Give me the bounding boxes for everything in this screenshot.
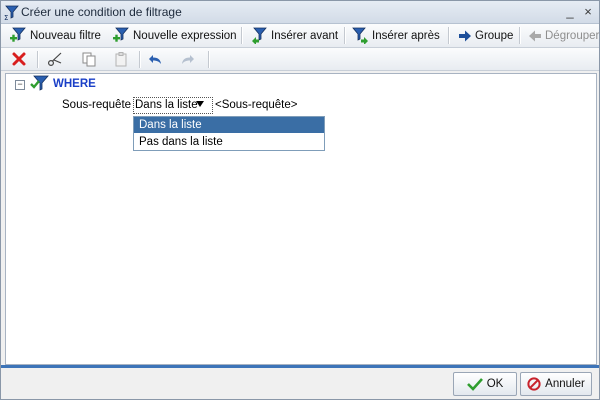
main-toolbar: Nouveau filtre Nouvelle expression Insér…: [1, 24, 599, 48]
toolbar-separator: [241, 27, 243, 44]
ungroup-label: Dégrouper: [545, 29, 600, 42]
ungroup-arrow-icon: [529, 30, 541, 41]
cut-button[interactable]: [47, 51, 65, 67]
undo-button[interactable]: [148, 51, 166, 67]
group-label: Groupe: [475, 29, 514, 42]
dropdown-option-not-in-list[interactable]: Pas dans la liste: [134, 134, 324, 150]
ok-button[interactable]: OK: [453, 372, 517, 396]
minimize-button[interactable]: _: [563, 5, 577, 19]
close-button[interactable]: ×: [581, 5, 595, 19]
cancel-label: Annuler: [545, 378, 585, 390]
collapse-toggle[interactable]: −: [15, 80, 25, 90]
subquery-placeholder[interactable]: <Sous-requête>: [215, 99, 297, 111]
toolbar-separator: [208, 51, 210, 68]
checkmark-icon: [466, 378, 483, 391]
delete-button[interactable]: [11, 51, 29, 67]
redo-icon: [182, 55, 194, 64]
new-expression-button[interactable]: Nouvelle expression: [112, 27, 237, 44]
dropdown-option-in-list[interactable]: Dans la liste: [134, 117, 324, 133]
toolbar-separator: [519, 27, 521, 44]
insert-before-label: Insérer avant: [271, 29, 339, 42]
operator-dropdown-list: Dans la liste Pas dans la liste: [133, 116, 325, 151]
paste-button[interactable]: [113, 51, 131, 67]
edit-toolbar: [1, 48, 599, 71]
toolbar-separator: [37, 51, 39, 68]
cancel-icon: [527, 377, 541, 391]
ok-label: OK: [486, 378, 504, 390]
ungroup-button[interactable]: Dégrouper: [528, 27, 599, 44]
copy-icon: [82, 52, 96, 67]
dialog-window: Σ Créer une condition de filtrage _ × No…: [0, 0, 600, 400]
copy-button[interactable]: [81, 51, 99, 67]
group-arrow-icon: [459, 30, 471, 41]
redo-button[interactable]: [179, 51, 197, 67]
chevron-down-icon[interactable]: [196, 101, 204, 107]
operator-selected: Dans la liste: [135, 99, 198, 111]
filter-tree-panel: − WHERE Sous-requête Dans la liste <Sous…: [5, 73, 597, 365]
toolbar-separator: [344, 27, 346, 44]
window-title: Créer une condition de filtrage: [21, 5, 182, 19]
new-filter-icon: [10, 27, 26, 42]
insert-before-button[interactable]: Insérer avant: [250, 27, 338, 44]
new-filter-button[interactable]: Nouveau filtre: [9, 27, 101, 44]
subquery-label: Sous-requête: [62, 99, 132, 111]
insert-after-label: Insérer après: [372, 29, 440, 42]
new-expression-icon: [113, 27, 129, 42]
filter-sigma-icon: Σ: [4, 4, 20, 22]
toolbar-separator: [448, 27, 450, 44]
new-filter-label: Nouveau filtre: [30, 29, 101, 42]
group-button[interactable]: Groupe: [458, 27, 513, 44]
insert-before-icon: [252, 27, 267, 44]
insert-after-button[interactable]: Insérer après: [351, 27, 440, 44]
where-filter-icon: [30, 75, 50, 95]
delete-icon: [12, 52, 26, 66]
cancel-button[interactable]: Annuler: [520, 372, 592, 396]
insert-after-icon: [352, 27, 368, 44]
svg-text:Σ: Σ: [4, 14, 8, 20]
title-bar: Σ Créer une condition de filtrage _ ×: [1, 1, 599, 24]
paste-icon: [115, 52, 127, 67]
undo-icon: [149, 55, 161, 64]
toolbar-separator: [139, 51, 141, 68]
operator-combo[interactable]: Dans la liste: [133, 97, 213, 114]
new-expression-label: Nouvelle expression: [133, 29, 237, 42]
cut-icon: [47, 52, 62, 67]
where-label: WHERE: [53, 78, 96, 90]
dialog-footer: OK Annuler: [1, 368, 599, 399]
